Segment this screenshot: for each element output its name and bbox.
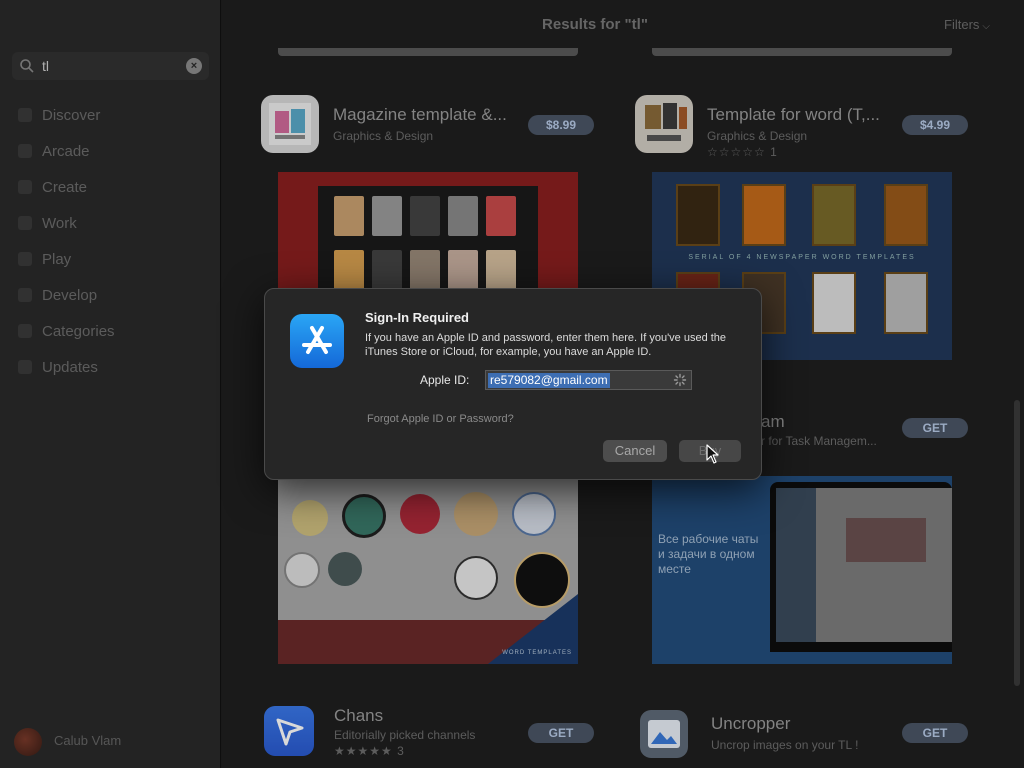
forgot-password-link[interactable]: Forgot Apple ID or Password? (367, 413, 514, 425)
apple-id-field[interactable]: re579082@gmail.com (485, 370, 692, 390)
dialog-message: If you have an Apple ID and password, en… (365, 332, 727, 358)
mouse-cursor-icon (706, 444, 719, 464)
dialog-title: Sign-In Required (365, 310, 469, 325)
apple-id-label: Apple ID: (420, 373, 470, 387)
sign-in-dialog: Sign-In Required If you have an Apple ID… (264, 288, 762, 480)
cancel-button[interactable]: Cancel (603, 440, 667, 462)
app-store-icon (290, 314, 344, 368)
apple-id-input[interactable]: re579082@gmail.com (488, 373, 610, 388)
loading-spinner-icon (673, 373, 687, 387)
